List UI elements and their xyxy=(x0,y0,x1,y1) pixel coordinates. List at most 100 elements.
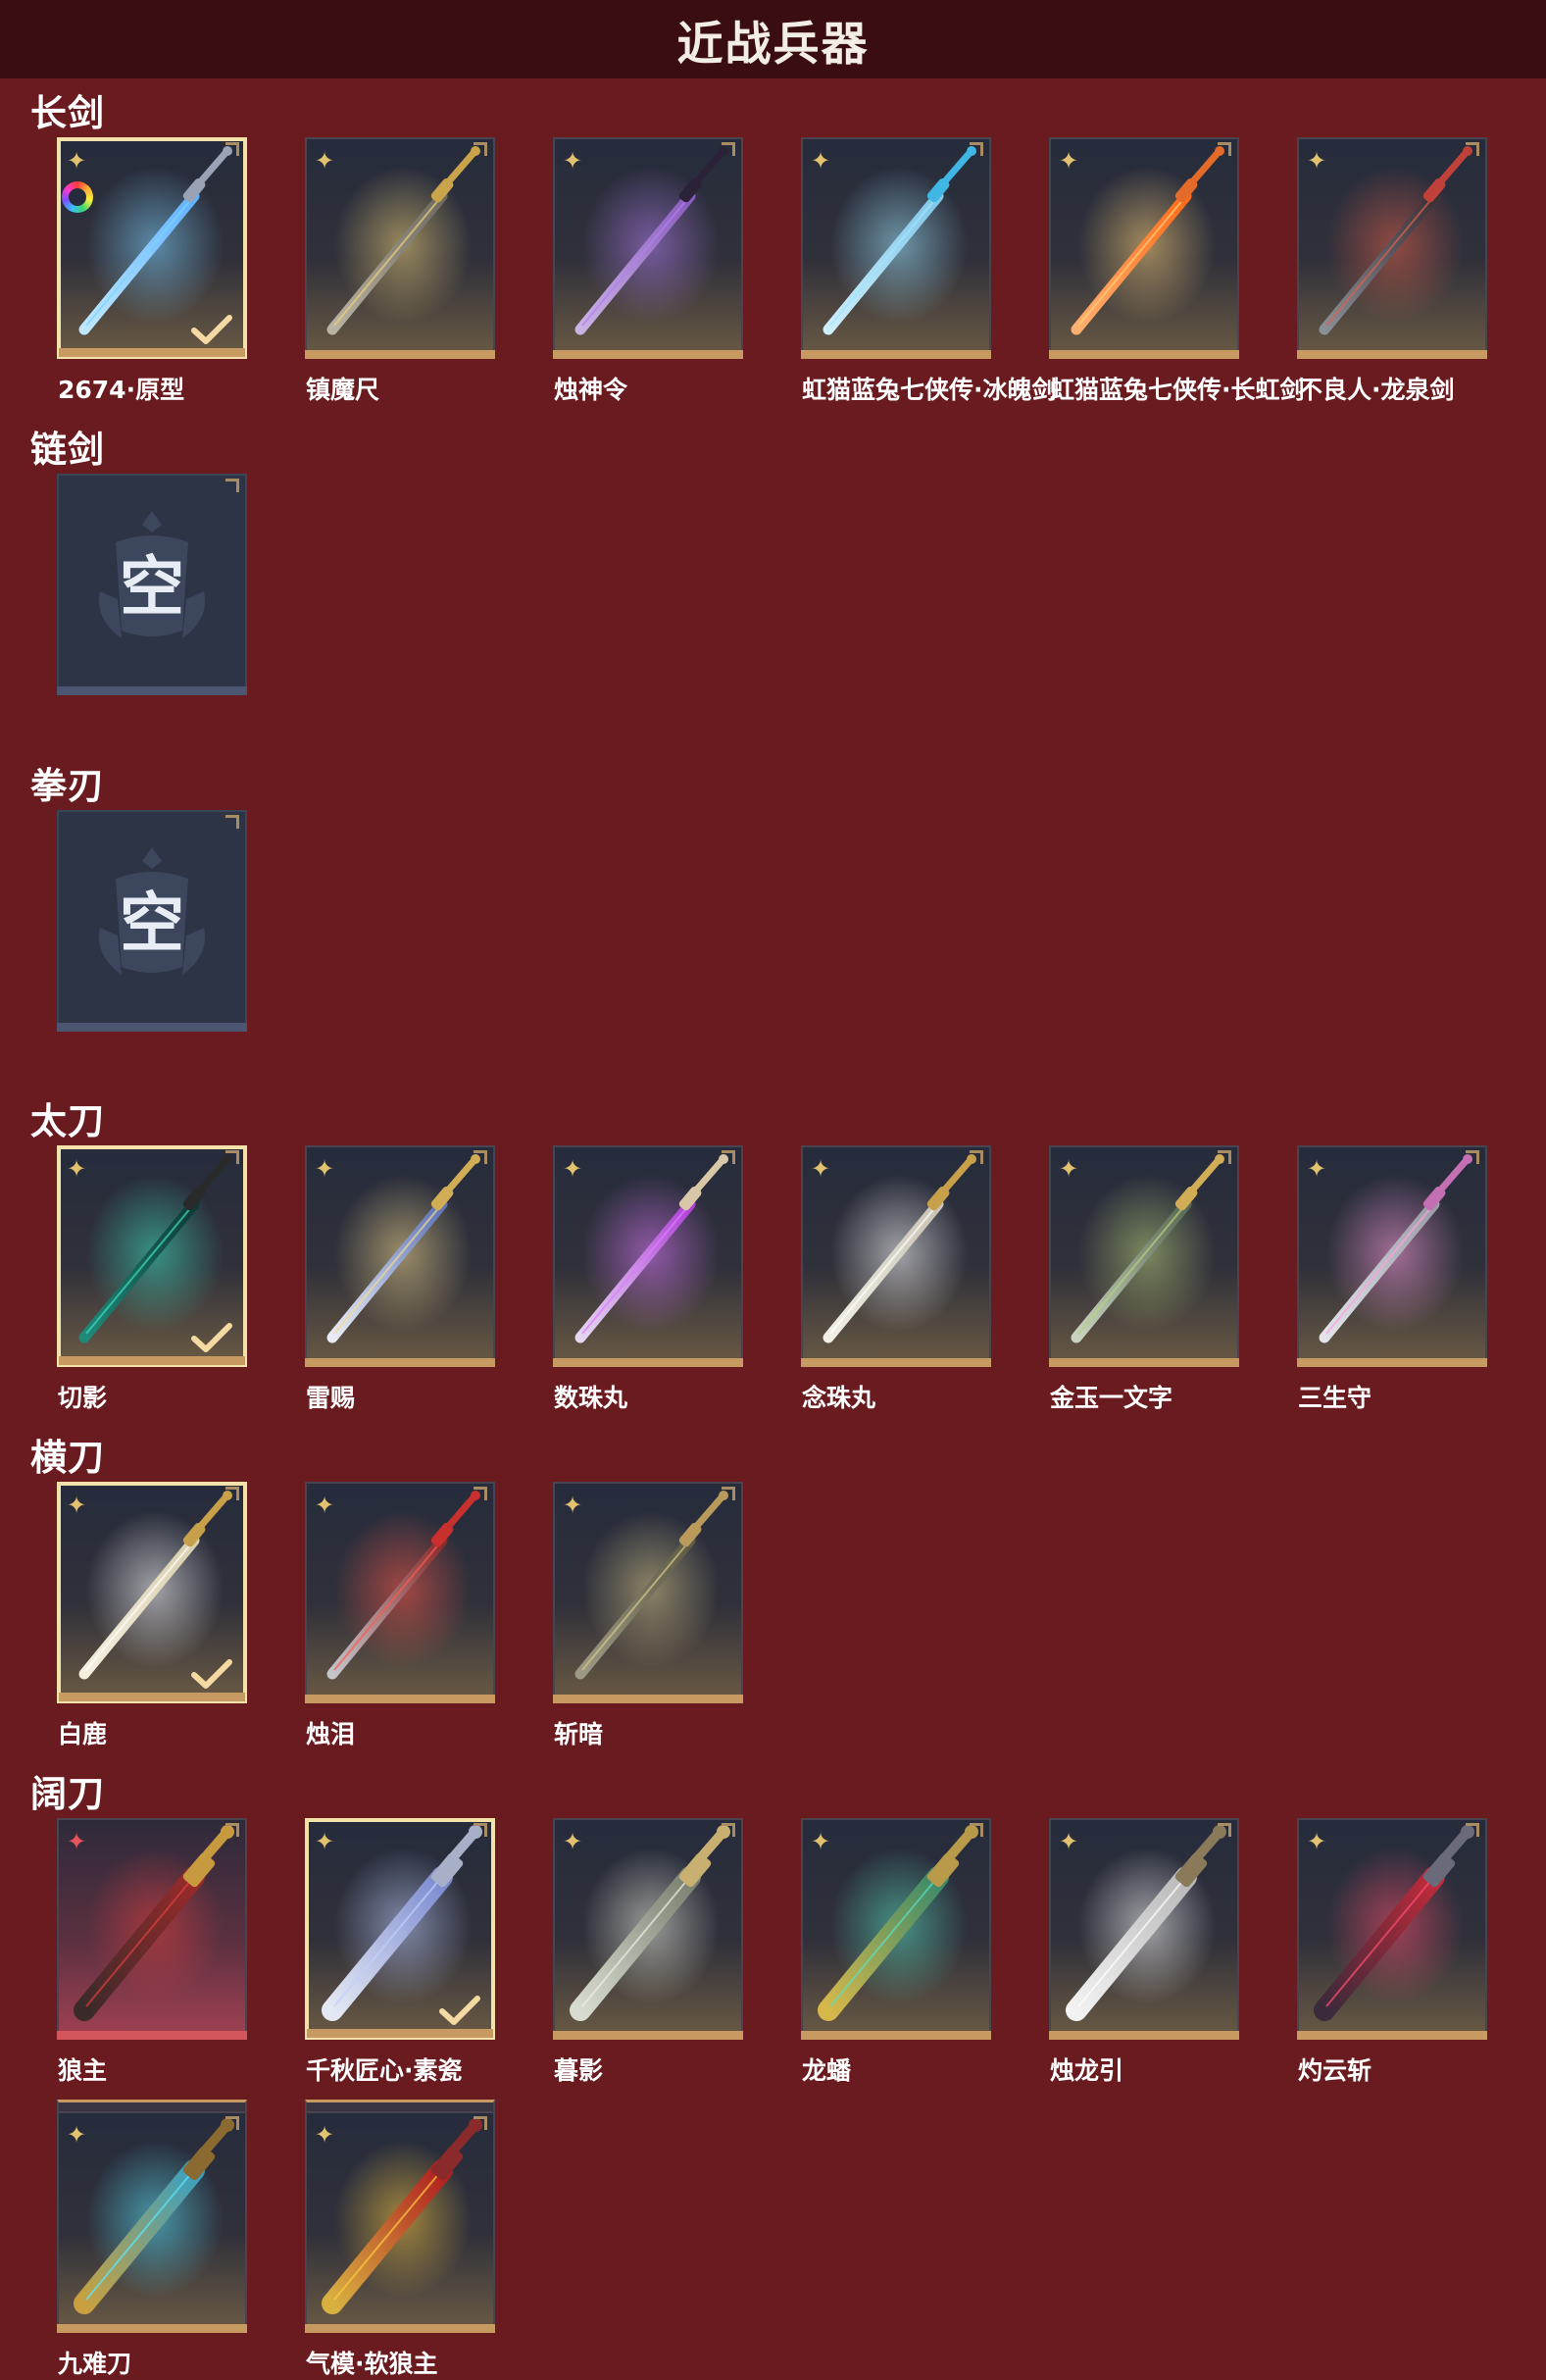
corner-mark-icon xyxy=(1466,1823,1479,1837)
rainbow-ring-icon xyxy=(62,181,93,213)
section-title-quanren: 拳刃 xyxy=(30,765,105,807)
corner-mark-icon xyxy=(970,1823,983,1837)
weapon-name: 虹猫蓝兔七侠传·冰魄剑 xyxy=(802,376,1057,404)
weapon-card[interactable]: ✦ 千秋匠心·素瓷 xyxy=(305,1818,495,2085)
gold-star-icon: ✦ xyxy=(315,1155,335,1183)
weapon-card[interactable]: ✦ 狼主 xyxy=(57,1818,247,2085)
checkmark-icon xyxy=(191,1659,232,1689)
section-title-changjian: 长剑 xyxy=(30,92,105,134)
weapon-name: 白鹿 xyxy=(58,1720,108,1748)
weapon-name: 灼云斩 xyxy=(1298,2056,1372,2085)
corner-mark-icon xyxy=(225,2116,239,2130)
stack-indicator xyxy=(305,2100,495,2111)
weapon-name: 烛神令 xyxy=(554,376,628,404)
weapon-card[interactable]: ✦ 虹猫蓝兔七侠传·长虹剑 xyxy=(1049,137,1305,404)
weapon-card[interactable]: ✦ 数珠丸 xyxy=(553,1145,743,1412)
weapon-name: 烛泪 xyxy=(306,1720,356,1748)
red-star-icon: ✦ xyxy=(67,1828,87,1855)
section-title-hengdao: 横刀 xyxy=(30,1437,105,1479)
weapon-card[interactable]: ✦ 九难刀 xyxy=(57,2100,247,2378)
page-title: 近战兵器 xyxy=(0,0,1546,78)
corner-mark-icon xyxy=(225,1823,239,1837)
empty-slot-label: 空 xyxy=(120,886,184,961)
page-title-text: 近战兵器 xyxy=(676,17,870,72)
section-title-taidao: 太刀 xyxy=(30,1100,105,1142)
weapon-card[interactable]: ✦ 虹猫蓝兔七侠传·冰魄剑 xyxy=(801,137,1057,404)
gold-star-icon: ✦ xyxy=(563,147,583,175)
corner-mark-icon xyxy=(722,1150,735,1164)
gold-star-icon: ✦ xyxy=(1059,1828,1079,1855)
corner-mark-icon xyxy=(970,1150,983,1164)
weapon-name: 千秋匠心·素瓷 xyxy=(306,2056,463,2085)
weapon-card[interactable]: ✦ 烛神令 xyxy=(553,137,743,404)
weapon-card[interactable]: ✦ 2674·原型 xyxy=(57,137,247,404)
gold-star-icon: ✦ xyxy=(563,1828,583,1855)
weapon-name: 气模·软狼主 xyxy=(306,2350,438,2378)
weapon-card[interactable]: ✦ 念珠丸 xyxy=(801,1145,991,1412)
gold-star-icon: ✦ xyxy=(563,1155,583,1183)
weapon-name: 暮影 xyxy=(554,2056,604,2085)
checkmark-icon xyxy=(439,1996,480,2025)
empty-slot-label: 空 xyxy=(120,549,184,625)
empty-weapon-slot[interactable]: 空 xyxy=(57,810,247,1032)
corner-mark-icon xyxy=(474,1150,487,1164)
weapon-card[interactable]: ✦ 龙蟠 xyxy=(801,1818,991,2085)
corner-mark-icon xyxy=(474,1823,487,1837)
weapon-name: 不良人·龙泉剑 xyxy=(1298,376,1455,404)
gold-star-icon: ✦ xyxy=(563,1492,583,1519)
corner-mark-icon xyxy=(722,1823,735,1837)
gold-star-icon: ✦ xyxy=(1307,1155,1327,1183)
corner-mark-icon xyxy=(970,142,983,156)
corner-mark-icon xyxy=(474,1487,487,1500)
weapon-name: 烛龙引 xyxy=(1050,2056,1124,2085)
gold-star-icon: ✦ xyxy=(1059,147,1079,175)
weapon-card[interactable]: ✦ 烛龙引 xyxy=(1049,1818,1239,2085)
weapon-card[interactable]: ✦ 雷赐 xyxy=(305,1145,495,1412)
weapon-card[interactable]: ✦ 灼云斩 xyxy=(1297,1818,1487,2085)
corner-mark-icon xyxy=(1466,1150,1479,1164)
weapon-name: 龙蟠 xyxy=(802,2056,852,2085)
weapon-card[interactable]: ✦ 白鹿 xyxy=(57,1482,247,1748)
weapon-card[interactable]: ✦ 暮影 xyxy=(553,1818,743,2085)
gold-star-icon: ✦ xyxy=(811,147,831,175)
weapon-name: 斩暗 xyxy=(554,1720,604,1748)
gold-star-icon: ✦ xyxy=(811,1828,831,1855)
weapon-name: 2674·原型 xyxy=(58,376,185,404)
section-title-lianjian: 链剑 xyxy=(30,429,105,471)
gold-star-icon: ✦ xyxy=(315,1492,335,1519)
gold-star-icon: ✦ xyxy=(67,147,87,175)
gold-star-icon: ✦ xyxy=(67,1155,87,1183)
corner-mark-icon xyxy=(722,142,735,156)
section-title-kuodao: 阔刀 xyxy=(30,1773,105,1815)
weapon-card[interactable]: ✦ 气模·软狼主 xyxy=(305,2100,495,2378)
weapon-name: 雷赐 xyxy=(306,1384,356,1412)
corner-mark-icon xyxy=(1218,142,1231,156)
checkmark-icon xyxy=(191,315,232,344)
weapon-card[interactable]: ✦ 镇魔尺 xyxy=(305,137,495,404)
corner-mark-icon xyxy=(1466,142,1479,156)
weapon-card[interactable]: ✦ 切影 xyxy=(57,1145,247,1412)
corner-mark-icon xyxy=(1218,1150,1231,1164)
weapon-name: 数珠丸 xyxy=(554,1384,628,1412)
gold-star-icon: ✦ xyxy=(1307,1828,1327,1855)
weapon-card[interactable]: ✦ 金玉一文字 xyxy=(1049,1145,1239,1412)
corner-mark-icon xyxy=(722,1487,735,1500)
corner-mark-icon xyxy=(474,142,487,156)
weapon-name: 念珠丸 xyxy=(802,1384,876,1412)
gold-star-icon: ✦ xyxy=(315,2121,335,2149)
gold-star-icon: ✦ xyxy=(315,147,335,175)
weapon-card[interactable]: ✦ 三生守 xyxy=(1297,1145,1487,1412)
weapon-card[interactable]: ✦ 斩暗 xyxy=(553,1482,743,1748)
weapon-name: 切影 xyxy=(58,1384,108,1412)
weapon-card[interactable]: ✦ 不良人·龙泉剑 xyxy=(1297,137,1487,404)
weapon-name: 狼主 xyxy=(58,2056,108,2085)
gold-star-icon: ✦ xyxy=(67,1492,87,1519)
gold-star-icon: ✦ xyxy=(811,1155,831,1183)
gold-star-icon: ✦ xyxy=(1307,147,1327,175)
corner-mark-icon xyxy=(225,1487,239,1500)
empty-weapon-slot[interactable]: 空 xyxy=(57,474,247,695)
weapon-name: 虹猫蓝兔七侠传·长虹剑 xyxy=(1050,376,1305,404)
weapon-card[interactable]: ✦ 烛泪 xyxy=(305,1482,495,1748)
weapon-name: 九难刀 xyxy=(58,2350,132,2378)
corner-mark-icon xyxy=(225,1150,239,1164)
